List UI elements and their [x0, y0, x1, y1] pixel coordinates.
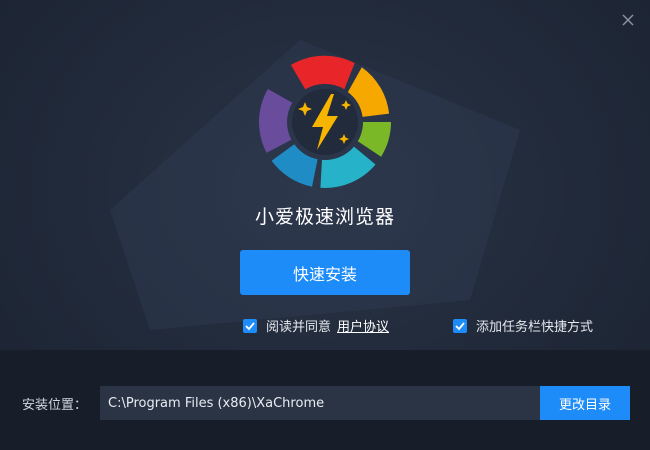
check-icon [245, 321, 255, 330]
install-path-input[interactable] [100, 386, 540, 420]
close-button[interactable] [618, 10, 638, 30]
installer-window: 小爱极速浏览器 快速安装 阅读并同意 用户协议 添加任务栏快捷方式 安装位置： … [0, 0, 650, 450]
user-agreement-link[interactable]: 用户协议 [337, 316, 389, 335]
close-icon [622, 14, 634, 26]
agree-label: 阅读并同意 [266, 320, 332, 335]
quick-install-button[interactable]: 快速安装 [240, 250, 410, 295]
shortcut-label: 添加任务栏快捷方式 [476, 320, 594, 335]
app-title: 小爱极速浏览器 [254, 206, 395, 228]
check-icon [455, 321, 465, 330]
install-location-label: 安装位置： [22, 398, 88, 413]
app-logo-icon [259, 55, 391, 188]
shortcut-checkbox[interactable] [453, 318, 467, 333]
change-directory-button[interactable]: 更改目录 [540, 386, 630, 420]
agreement-option: 阅读并同意 用户协议 [243, 316, 389, 335]
shortcut-option: 添加任务栏快捷方式 [453, 316, 593, 335]
agree-checkbox[interactable] [243, 318, 257, 333]
app-logo [255, 52, 395, 192]
